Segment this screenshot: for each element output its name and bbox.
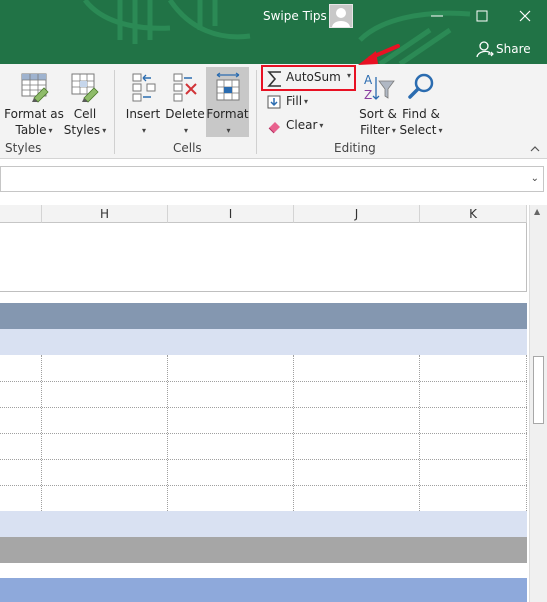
close-icon [519, 10, 531, 22]
svg-text:A: A [364, 73, 373, 87]
autosum-highlight-box [261, 65, 356, 91]
sort-filter-button[interactable]: A Z Sort & Filter ▾ [357, 70, 399, 140]
chevron-down-icon[interactable]: ⌄ [531, 173, 539, 184]
column-line [526, 355, 527, 511]
minimize-icon [431, 15, 443, 17]
row-line [0, 459, 527, 460]
worksheet-grid[interactable]: H I J K [0, 205, 527, 602]
column-line [167, 355, 168, 511]
insert-cells-icon [132, 73, 156, 102]
merged-cell-border [0, 291, 527, 292]
chevron-down-icon: ▾ [304, 97, 309, 106]
find-select-button[interactable]: Find & Select ▾ [399, 70, 443, 140]
chevron-down-icon: ▾ [319, 121, 324, 130]
scrollbar-thumb[interactable] [533, 356, 544, 424]
light-band [0, 329, 527, 355]
vertical-scrollbar[interactable]: ▲ [529, 205, 547, 602]
cells-group-label: Cells [173, 141, 202, 155]
row-line [0, 407, 527, 408]
column-line [419, 355, 420, 511]
formula-bar-input[interactable]: ⌄ [0, 166, 544, 192]
chevron-down-icon: ▾ [141, 126, 146, 135]
delete-button[interactable]: Delete ▾ [164, 70, 206, 140]
title-bar: Swipe Tips Share [0, 0, 547, 64]
cell-styles-icon [71, 73, 99, 103]
person-icon [332, 8, 350, 27]
fill-down-icon [267, 95, 281, 109]
user-avatar[interactable] [329, 4, 353, 28]
group-separator [114, 70, 115, 154]
format-cells-icon [216, 72, 240, 101]
share-person-icon [476, 41, 494, 58]
clear-button[interactable]: Clear ▾ [266, 116, 336, 136]
format-as-table-icon [21, 73, 49, 103]
minimize-button[interactable] [414, 0, 460, 32]
maximize-button[interactable] [459, 0, 505, 32]
chevron-down-icon: ▾ [391, 126, 396, 135]
gray-band [0, 537, 527, 563]
header-band [0, 303, 527, 329]
scroll-up-icon[interactable]: ▲ [534, 207, 540, 216]
svg-text:Z: Z [364, 88, 372, 102]
column-header-h[interactable]: H [42, 205, 168, 223]
cell-styles-button[interactable]: Cell Styles ▾ [63, 70, 107, 140]
sort-filter-icon: A Z [364, 73, 395, 102]
magnifier-icon [408, 73, 434, 99]
column-header-j[interactable]: J [294, 205, 420, 223]
eraser-icon [268, 122, 280, 134]
merged-cell-border [526, 223, 527, 291]
styles-group-label: Styles [5, 141, 42, 155]
chevron-down-icon: ▾ [48, 126, 53, 135]
row-line [0, 485, 527, 486]
column-line [41, 355, 42, 511]
column-header-partial[interactable] [0, 205, 42, 223]
format-button[interactable]: Format ▾ [206, 67, 249, 137]
close-button[interactable] [502, 0, 547, 32]
chevron-down-icon: ▾ [438, 126, 443, 135]
chevron-down-icon: ▾ [226, 126, 231, 135]
editing-group-label: Editing [334, 141, 376, 155]
column-header-i[interactable]: I [168, 205, 294, 223]
maximize-icon [476, 10, 488, 22]
chevron-down-icon: ▾ [183, 126, 188, 135]
column-header-k[interactable]: K [420, 205, 527, 223]
row-line [0, 433, 527, 434]
chevron-down-icon: ▾ [102, 126, 107, 135]
fill-button[interactable]: Fill ▾ [266, 92, 326, 112]
insert-button[interactable]: Insert ▾ [122, 70, 164, 140]
collapse-ribbon-icon[interactable] [529, 144, 541, 154]
group-separator [256, 70, 257, 154]
column-line [293, 355, 294, 511]
row-line [0, 381, 527, 382]
delete-cells-icon [173, 73, 197, 102]
user-name: Swipe Tips [263, 9, 327, 23]
formula-area: ⌄ [0, 159, 547, 205]
red-arrow-icon [358, 44, 400, 65]
light-band [0, 511, 527, 537]
blue-band [0, 578, 527, 602]
format-as-table-button[interactable]: Format as Table ▾ [4, 70, 64, 140]
